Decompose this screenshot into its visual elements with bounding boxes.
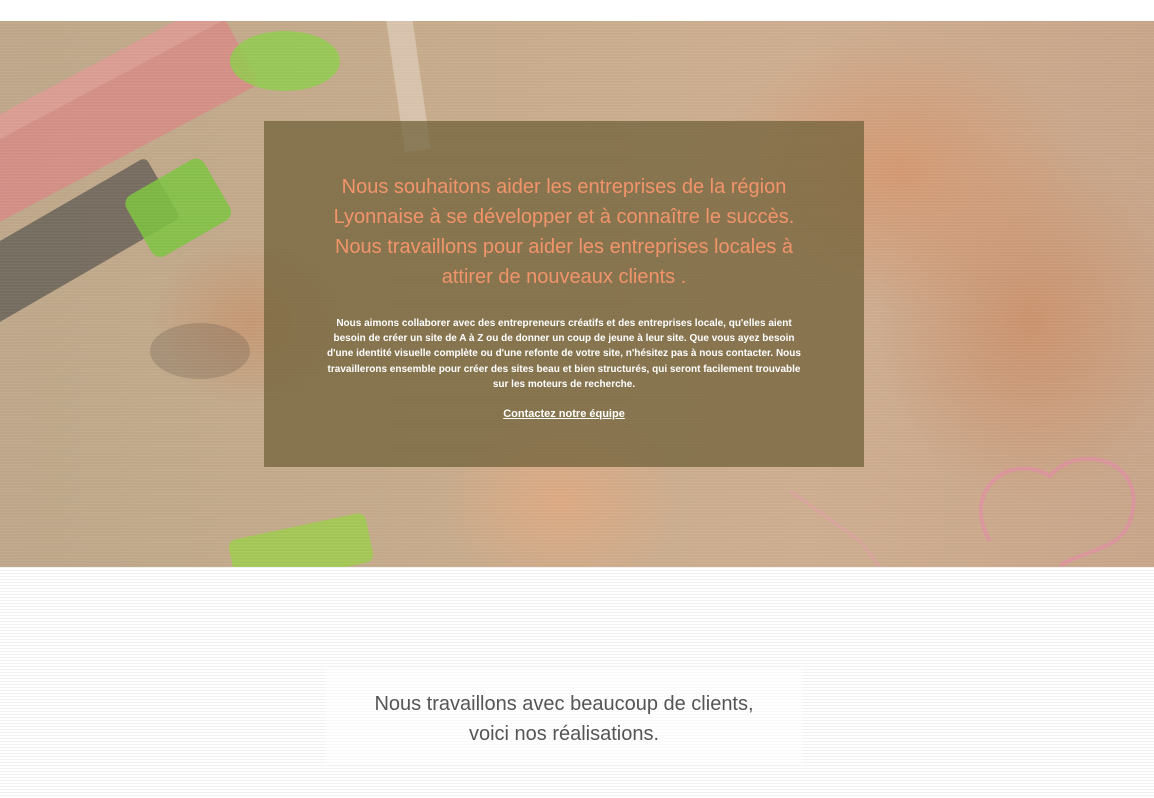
hero-description: Nous aimons collaborer avec des entrepre… <box>327 318 801 390</box>
contact-team-link[interactable]: Contactez notre équipe <box>503 408 625 420</box>
top-bar <box>0 0 1154 21</box>
projects-intro-title: Nous travaillons avec beaucoup de client… <box>326 689 802 749</box>
projects-intro-line-2: voici nos réalisations. <box>468 723 660 745</box>
hero-section: Nous souhaitons aider les entreprises de… <box>0 21 1154 567</box>
hero-headline: Nous souhaitons aider les entreprises de… <box>333 176 795 288</box>
projects-intro-section: Nous travaillons avec beaucoup de client… <box>0 567 1154 798</box>
projects-intro-box: Nous travaillons avec beaucoup de client… <box>326 668 802 764</box>
hero-card: Nous souhaitons aider les entreprises de… <box>264 121 864 467</box>
projects-intro-line-1: Nous travaillons avec beaucoup de client… <box>374 693 754 715</box>
